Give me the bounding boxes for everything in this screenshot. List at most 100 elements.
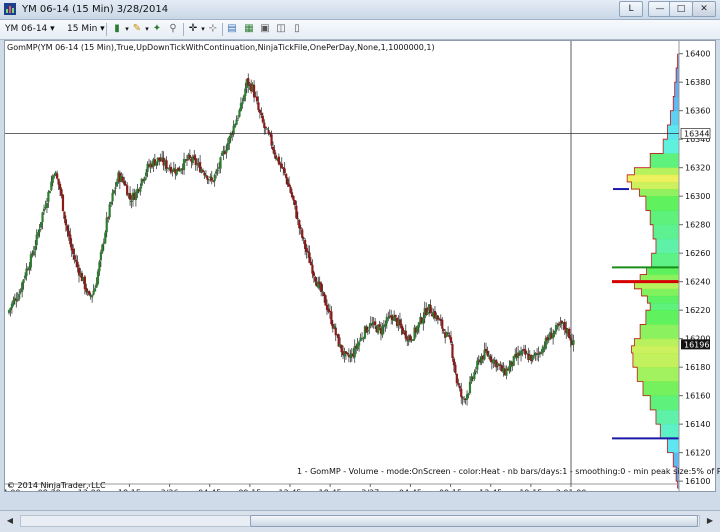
candle-body <box>35 234 38 246</box>
candle-body <box>34 246 37 251</box>
interval-selector[interactable]: 15 Min ▾ <box>67 22 105 36</box>
candle-body <box>334 327 337 336</box>
candle-body <box>21 282 24 292</box>
candle-body <box>283 168 286 174</box>
candle-body <box>374 321 377 326</box>
candle-body <box>252 84 256 98</box>
candle-body <box>130 200 133 202</box>
profile-bar <box>670 110 679 126</box>
candle-body <box>188 155 191 159</box>
x-tick-label: 13:45 <box>479 489 502 491</box>
candle-body <box>239 103 243 112</box>
pin-icon[interactable]: ✦ <box>151 23 163 35</box>
close-button[interactable]: ✕ <box>692 1 716 17</box>
candle-body <box>289 186 292 193</box>
candle-body <box>196 164 199 166</box>
profile-bar <box>645 310 679 326</box>
profile-bar <box>663 139 679 155</box>
candle-body <box>48 190 51 194</box>
candle-body <box>340 344 343 353</box>
candle-body <box>384 323 387 327</box>
candle-body <box>411 339 415 341</box>
indicator-icon[interactable]: ▤ <box>226 23 238 35</box>
profile-bar <box>643 381 679 397</box>
candle-body <box>42 208 46 212</box>
y-tick-label: 16260 <box>685 249 710 258</box>
candle-body <box>293 200 297 205</box>
toolbar-divider <box>106 23 107 36</box>
candle-body <box>16 298 19 301</box>
profile-bar <box>650 210 679 226</box>
candle-body <box>486 350 489 356</box>
candle-body <box>449 337 453 343</box>
y-tick-label: 16300 <box>685 192 710 201</box>
scroll-thumb[interactable] <box>250 515 698 527</box>
profile-status-text: 1 - GomMP - Volume - mode:OnScreen - col… <box>297 467 720 476</box>
link-button[interactable]: L <box>619 1 643 17</box>
y-tick-label: 16160 <box>685 392 710 401</box>
candle-body <box>236 117 240 119</box>
candle-body <box>429 305 432 314</box>
link-icon[interactable]: ⚲ <box>167 23 179 35</box>
candle-body <box>277 156 280 165</box>
candle-body <box>155 161 158 166</box>
profile-bar <box>655 238 679 254</box>
y-tick-label: 16320 <box>685 164 710 173</box>
scroll-right-arrow-icon[interactable]: ▶ <box>703 515 717 527</box>
candle-body <box>111 192 114 202</box>
profile-bar <box>639 189 679 197</box>
price-chart[interactable]: 1640016380163601634016320163001628016260… <box>5 41 715 491</box>
horizontal-scrollbar[interactable]: ◀ ▶ <box>0 510 720 532</box>
candle-body <box>368 327 371 329</box>
properties-icon[interactable]: ◫ <box>275 23 287 35</box>
candle-body <box>37 231 40 237</box>
chart-panel[interactable]: 16400 16380 16360 16340 16320 16300 16280 16260… <box>4 40 716 492</box>
candle-body <box>298 219 301 229</box>
candle-body <box>442 329 445 331</box>
profile-bar <box>673 452 679 468</box>
strategy-icon[interactable]: ▦ <box>243 23 255 35</box>
x-tick-label: 19:15 <box>519 489 542 491</box>
candle-body <box>206 175 209 180</box>
x-tick-label: 18:15 <box>118 489 141 491</box>
candle-body <box>320 283 323 292</box>
candle-body <box>261 115 264 123</box>
candle-body <box>23 275 27 279</box>
maximize-button[interactable]: □ <box>669 1 693 17</box>
candle-body <box>285 173 288 179</box>
image-icon[interactable]: ▣ <box>259 23 271 35</box>
data-box-icon[interactable]: ▯ <box>291 23 303 35</box>
candle-body <box>260 113 263 116</box>
candle-body <box>9 307 12 311</box>
candle-body <box>271 146 275 150</box>
candle-body <box>346 353 349 355</box>
crosshair-layer: 16344 16196 <box>5 41 711 484</box>
candle-body <box>32 251 35 256</box>
candle-body <box>194 158 197 165</box>
candle-body <box>301 229 304 238</box>
toolbar-divider <box>222 23 223 36</box>
candle-body <box>257 102 260 111</box>
candle-body <box>292 195 295 201</box>
candle-body <box>7 310 11 313</box>
scroll-left-arrow-icon[interactable]: ◀ <box>3 515 17 527</box>
crosshair-price-label: 16344 <box>684 129 709 138</box>
x-tick-label: 3:01:00 <box>556 489 587 491</box>
zoom-icon[interactable]: ⊹ <box>207 23 219 35</box>
candle-body <box>378 324 381 327</box>
candle-body <box>314 277 317 282</box>
candle-body <box>381 326 384 336</box>
candle-body <box>56 173 59 179</box>
profile-bar <box>651 253 679 269</box>
instrument-selector[interactable]: YM 06-14 ▾ <box>5 22 55 36</box>
candle-body <box>108 204 111 218</box>
candle-body <box>114 187 117 189</box>
profile-bar <box>650 303 679 311</box>
candle-body <box>324 295 327 306</box>
candle-body <box>458 385 461 389</box>
candle-body <box>215 171 218 174</box>
candle-body <box>467 393 470 396</box>
profile-bar <box>650 153 679 169</box>
candle-body <box>460 388 463 397</box>
app-icon <box>4 3 16 15</box>
